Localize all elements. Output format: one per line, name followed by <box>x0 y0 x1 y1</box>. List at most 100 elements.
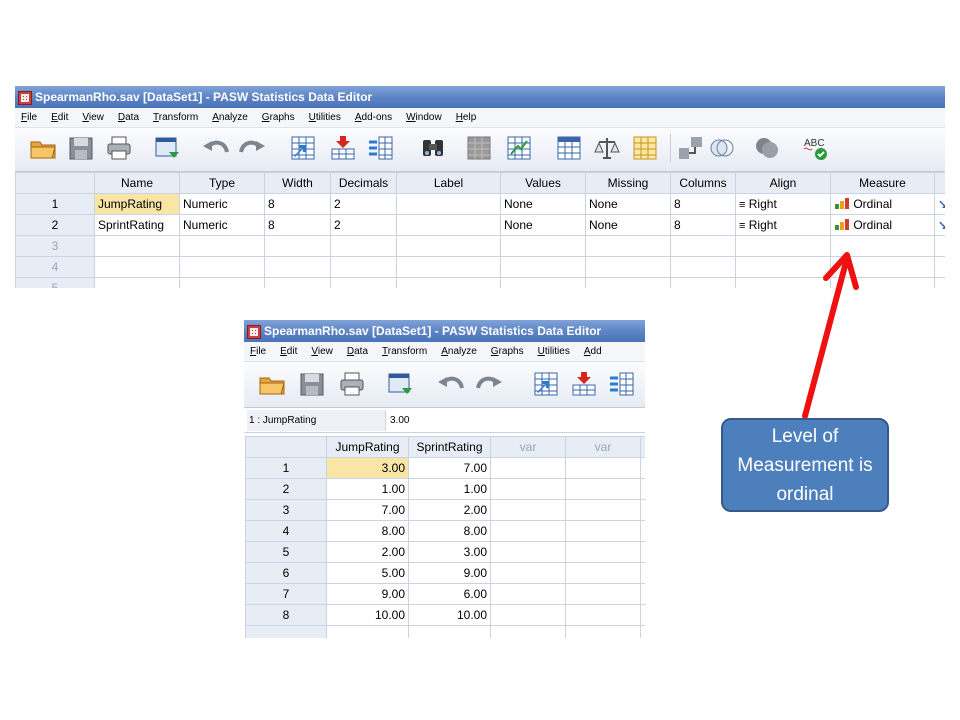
cell-sprintrating[interactable]: 8.00 <box>408 520 491 542</box>
cell-jumprating[interactable]: 8.00 <box>326 520 409 542</box>
row-header[interactable]: 1 <box>245 457 327 479</box>
variables-icon[interactable] <box>608 370 636 398</box>
row-header[interactable]: 3 <box>245 499 327 521</box>
cell-align[interactable]: ≡ Right <box>735 214 831 236</box>
menu-transform[interactable]: Transform <box>376 342 435 361</box>
menu-file[interactable]: File <box>15 108 45 127</box>
cell-decimals[interactable]: 2 <box>330 193 397 215</box>
menu-view[interactable]: View <box>305 342 341 361</box>
menu-data[interactable]: Data <box>112 108 147 127</box>
cell-decimals[interactable]: 2 <box>330 214 397 236</box>
empty-cell[interactable] <box>565 604 641 626</box>
column-header-sprintrating[interactable]: SprintRating <box>408 436 491 458</box>
empty-cell[interactable] <box>264 256 331 278</box>
cell-sprintrating[interactable]: 2.00 <box>408 499 491 521</box>
empty-cell[interactable] <box>490 604 566 626</box>
cell-jumprating[interactable]: 10.00 <box>326 604 409 626</box>
cell-role[interactable]: ↘ <box>934 214 945 236</box>
insert-variable-icon[interactable] <box>753 134 781 162</box>
cell-missing[interactable]: None <box>585 214 671 236</box>
row-header[interactable]: 1 <box>15 193 95 215</box>
cell-width[interactable]: 8 <box>264 193 331 215</box>
row-header[interactable]: 2 <box>15 214 95 236</box>
save-icon[interactable] <box>67 134 95 162</box>
row-header[interactable]: 5 <box>245 541 327 563</box>
empty-cell[interactable] <box>500 235 586 257</box>
column-header-type[interactable]: Type <box>179 172 265 194</box>
empty-cell[interactable] <box>934 277 945 288</box>
print-icon[interactable] <box>338 370 366 398</box>
empty-cell[interactable] <box>585 277 671 288</box>
cell-columns[interactable]: 8 <box>670 193 736 215</box>
cell-label[interactable] <box>396 214 501 236</box>
cell-jumprating[interactable]: 5.00 <box>326 562 409 584</box>
menu-edit[interactable]: Edit <box>274 342 305 361</box>
empty-cell[interactable] <box>490 520 566 542</box>
empty-cell[interactable] <box>565 520 641 542</box>
column-header-name[interactable]: Name <box>94 172 180 194</box>
empty-cell[interactable] <box>640 457 645 479</box>
empty-cell[interactable] <box>179 256 265 278</box>
empty-cell[interactable] <box>640 562 645 584</box>
find-icon[interactable] <box>419 134 447 162</box>
menu-graphs[interactable]: Graphs <box>485 342 532 361</box>
column-header-var[interactable]: var <box>565 436 641 458</box>
empty-cell[interactable] <box>330 235 397 257</box>
cell-measure[interactable]: Ordinal <box>830 214 935 236</box>
column-header-values[interactable]: Values <box>500 172 586 194</box>
cell-jumprating[interactable]: 9.00 <box>326 583 409 605</box>
cell-role[interactable]: ↘ <box>934 193 945 215</box>
goto-case-icon[interactable] <box>289 134 317 162</box>
empty-cell[interactable] <box>640 625 645 638</box>
row-header[interactable]: 4 <box>15 256 95 278</box>
row-header[interactable]: 5 <box>15 277 95 288</box>
empty-cell[interactable] <box>735 277 831 288</box>
cell-width[interactable]: 8 <box>264 214 331 236</box>
variables-icon[interactable] <box>367 134 395 162</box>
column-header-var[interactable]: var <box>490 436 566 458</box>
cell-measure[interactable]: Ordinal <box>830 193 935 215</box>
open-folder-icon[interactable] <box>258 370 286 398</box>
empty-cell[interactable] <box>396 256 501 278</box>
empty-cell[interactable] <box>94 277 180 288</box>
empty-cell[interactable] <box>670 277 736 288</box>
cell-sprintrating[interactable]: 3.00 <box>408 541 491 563</box>
cell-name[interactable]: SprintRating <box>94 214 180 236</box>
cell-values[interactable]: None <box>500 193 586 215</box>
cell-sprintrating[interactable]: 6.00 <box>408 583 491 605</box>
empty-cell[interactable] <box>179 235 265 257</box>
empty-cell[interactable] <box>408 625 491 638</box>
empty-cell[interactable] <box>565 583 641 605</box>
menu-file[interactable]: File <box>244 342 274 361</box>
empty-cell[interactable] <box>490 625 566 638</box>
undo-icon[interactable] <box>201 134 229 162</box>
cell-label[interactable] <box>396 193 501 215</box>
redo-icon[interactable] <box>239 134 267 162</box>
menu-add[interactable]: Add <box>578 342 610 361</box>
empty-cell[interactable] <box>396 277 501 288</box>
menu-utilities[interactable]: Utilities <box>532 342 578 361</box>
empty-cell[interactable] <box>830 277 935 288</box>
empty-cell[interactable] <box>179 277 265 288</box>
cell-values[interactable]: None <box>500 214 586 236</box>
empty-cell[interactable] <box>490 499 566 521</box>
empty-cell[interactable] <box>94 256 180 278</box>
menu-graphs[interactable]: Graphs <box>256 108 303 127</box>
cell-sprintrating[interactable]: 1.00 <box>408 478 491 500</box>
column-header-decimals[interactable]: Decimals <box>330 172 397 194</box>
menu-utilities[interactable]: Utilities <box>303 108 349 127</box>
show-all-variables-icon[interactable] <box>677 134 705 162</box>
empty-cell[interactable] <box>264 235 331 257</box>
empty-cell[interactable] <box>326 625 409 638</box>
cell-type[interactable]: Numeric <box>179 214 265 236</box>
use-sets-icon[interactable] <box>631 134 659 162</box>
cell-value-editor[interactable]: 3.00 <box>390 410 409 432</box>
cell-jumprating[interactable]: 2.00 <box>326 541 409 563</box>
row-header[interactable]: 8 <box>245 604 327 626</box>
open-folder-icon[interactable] <box>29 134 57 162</box>
column-header-label[interactable]: Label <box>396 172 501 194</box>
column-header-align[interactable]: Align <box>735 172 831 194</box>
cell-jumprating[interactable]: 3.00 <box>326 457 409 479</box>
empty-cell[interactable] <box>640 604 645 626</box>
dialog-recall-icon[interactable] <box>386 370 414 398</box>
